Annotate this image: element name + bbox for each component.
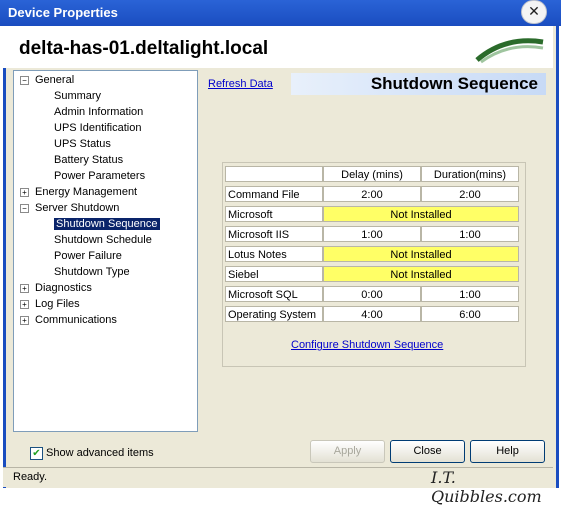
tree-item[interactable]: Admin Information [54,105,143,120]
tree-item-label: Server Shutdown [35,202,120,214]
tree-item[interactable]: − Server Shutdown [20,201,120,216]
tree-item[interactable]: Shutdown Sequence [54,217,160,232]
apply-button[interactable]: Apply [310,440,385,463]
column-header: Delay (mins) [323,166,421,182]
tree-item[interactable]: UPS Status [54,137,111,152]
window-title: Device Properties [8,5,118,20]
tree-item[interactable]: Power Parameters [54,169,145,184]
column-header: Duration(mins) [421,166,519,182]
tree-item-label: Communications [35,314,117,326]
configure-shutdown-sequence-link[interactable]: Configure Shutdown Sequence [291,339,443,351]
row-label: Microsoft Exchange [225,206,323,237]
refresh-data-link[interactable]: Refresh Data [208,78,273,90]
header-panel: delta-has-01.deltalight.local [3,26,553,68]
expand-icon[interactable]: + [20,300,29,309]
tree-item-label: Admin Information [54,106,144,118]
expand-icon[interactable]: + [20,316,29,325]
help-button[interactable]: Help [470,440,545,463]
row-label: Lotus Notes [225,246,323,262]
tree-item-label: Summary [54,90,102,102]
tree-item[interactable]: UPS Identification [54,121,141,136]
tree-item-label: UPS Status [54,138,111,150]
not-installed-cell: Not Installed [323,206,519,222]
tree-item-label: Power Failure [54,250,122,262]
row-label: Operating System [225,306,323,322]
collapse-icon[interactable]: − [20,204,29,213]
tree-item-label: Battery Status [54,154,124,166]
tree-item-label: Diagnostics [35,282,92,294]
tree-item-label: Shutdown Schedule [54,234,152,246]
section-title: Shutdown Sequence [291,73,546,95]
tree-item-label: Shutdown Sequence [54,218,160,230]
collapse-icon[interactable]: − [20,76,29,85]
row-label: Siebel [225,266,323,282]
delay-cell: 4:00 [323,306,421,322]
duration-cell: 6:00 [421,306,519,322]
tree-item[interactable]: Shutdown Type [54,265,130,280]
hostname-title: delta-has-01.deltalight.local [19,38,269,59]
column-header [225,166,323,182]
delay-cell: 0:00 [323,286,421,302]
close-button[interactable]: Close [390,440,465,463]
tree-item[interactable]: Power Failure [54,249,122,264]
row-label: Microsoft SQL [225,286,323,302]
row-label: Command File [225,186,323,202]
tree-item[interactable]: Shutdown Schedule [54,233,152,248]
tree-item-label: UPS Identification [54,122,142,134]
duration-cell: 1:00 [421,286,519,302]
tree-item-label: General [35,74,75,86]
delay-cell: 2:00 [323,186,421,202]
tree-item-label: Shutdown Type [54,266,130,278]
tree-item[interactable]: + Energy Management [20,185,138,200]
tree-item[interactable]: + Communications [20,313,117,328]
tree-item[interactable]: + Log Files [20,297,80,312]
show-advanced-checkbox[interactable]: ✔ [30,447,43,460]
title-bar: Device Properties [0,0,561,26]
tree-item-label: Log Files [35,298,80,310]
close-window-button[interactable]: ✕ [521,0,547,24]
not-installed-cell: Not Installed [323,246,519,262]
tree-item[interactable]: − General [20,73,75,88]
tree-item[interactable]: Summary [54,89,101,104]
row-label: Microsoft IIS [225,226,323,242]
not-installed-cell: Not Installed [323,266,519,282]
show-advanced-label: Show advanced items [46,447,154,459]
tree-item[interactable]: + Diagnostics [20,281,92,296]
duration-cell: 1:00 [421,226,519,242]
watermark-text: I.T. Quibbles.com [431,468,542,506]
status-text: Ready. [13,471,48,483]
brand-swoosh-logo [475,38,544,64]
navigation-tree[interactable]: − General Summary Admin Information UPS Iden… [13,70,198,432]
tree-item-label: Energy Management [35,186,138,198]
tree-item-label: Power Parameters [54,170,146,182]
duration-cell: 2:00 [421,186,519,202]
expand-icon[interactable]: + [20,284,29,293]
tree-item[interactable]: Battery Status [54,153,123,168]
delay-cell: 1:00 [323,226,421,242]
expand-icon[interactable]: + [20,188,29,197]
